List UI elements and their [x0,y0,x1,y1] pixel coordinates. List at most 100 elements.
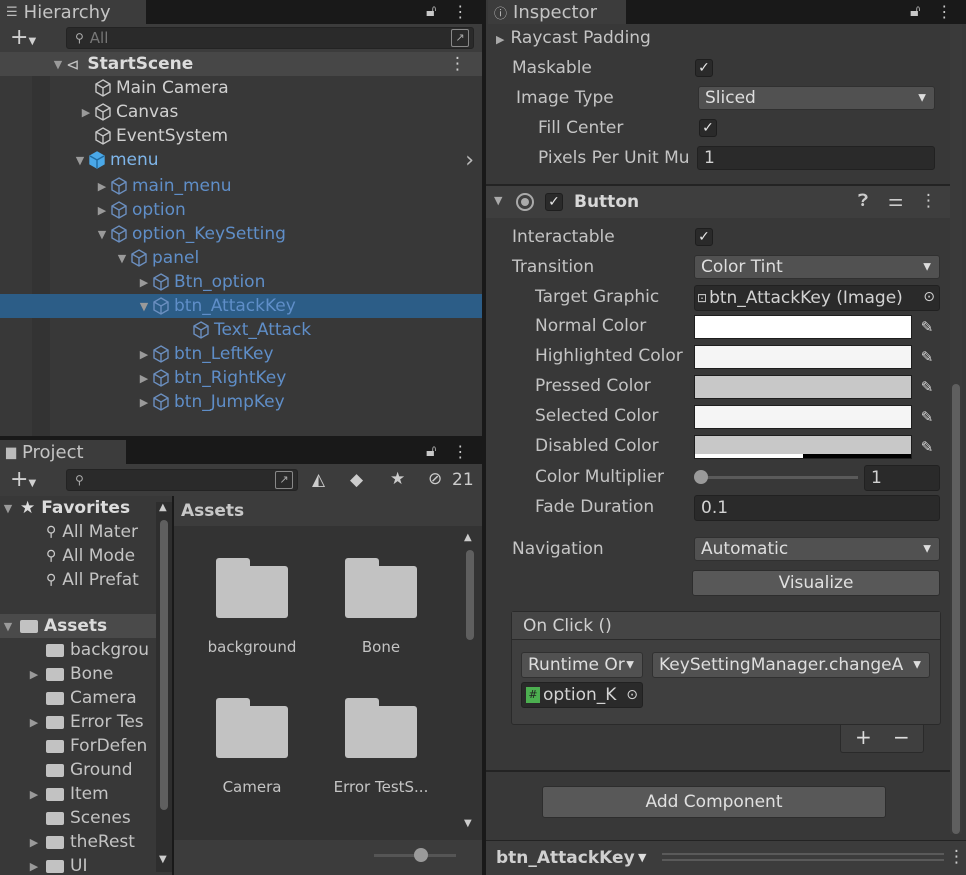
lock-icon[interactable]: 🔓︎ [426,441,436,461]
raycast-padding-label[interactable]: ▶ Raycast Padding [496,28,651,48]
more-icon[interactable]: ⋮ [452,442,468,461]
foldout-arrow-icon[interactable]: ▼ [94,228,110,241]
asset-grid-item[interactable]: Bone [316,552,446,672]
foldout-arrow-icon[interactable]: ▶ [26,860,42,873]
filter-type-icon[interactable]: ◭ [312,470,325,490]
foldout-arrow-icon[interactable]: ▼ [136,300,152,313]
foldout-arrow-icon[interactable]: ▶ [26,668,42,681]
hierarchy-item[interactable]: ▶ btn_RightKey [0,366,482,390]
asset-grid-item[interactable]: Error TestS... [316,692,446,812]
hierarchy-item[interactable]: ▶ option [0,198,482,222]
foldout-arrow-icon[interactable]: ▶ [26,836,42,849]
runtime-dropdown[interactable]: Runtime Or ▼ [521,652,643,678]
normal-color-swatch[interactable] [694,315,912,339]
disabled-color-swatch[interactable] [694,435,912,459]
asset-grid-item[interactable]: Camera [187,692,317,812]
tab-hierarchy[interactable]: ☰ Hierarchy [0,0,146,24]
foldout-arrow-icon[interactable]: ▶ [94,180,110,193]
fill-center-checkbox[interactable]: ✓ [699,119,717,137]
more-icon[interactable]: ⋮ [948,847,965,867]
scene-row[interactable]: ▼ ⊲ StartScene ⋮ [0,52,482,76]
search-expand-icon[interactable]: ↗ [451,29,469,47]
eyedropper-icon[interactable]: ✎ [914,345,940,369]
assets-header[interactable]: ▼ Assets [0,614,156,638]
foldout-arrow-icon[interactable]: ▼ [114,252,130,265]
footer-object-name[interactable]: btn_AttackKey [496,848,635,868]
tree-scrollbar[interactable]: ▲ ▼ [156,502,172,872]
asset-folder-item[interactable]: ▶ theRest [0,830,156,854]
favorite-item[interactable]: ⚲ All Prefat [0,568,156,592]
object-picker-icon[interactable]: ⊙ [626,687,638,703]
foldout-arrow-icon[interactable]: ▶ [136,396,152,409]
tag-icon[interactable]: ◆ [350,470,363,490]
foldout-arrow-icon[interactable]: ▼ [494,194,502,207]
hierarchy-item[interactable]: Text_Attack [0,318,482,342]
hidden-eye-icon[interactable]: ⊘ [428,469,442,489]
selected-color-swatch[interactable] [694,405,912,429]
color-multiplier-handle[interactable] [694,470,708,484]
image-type-dropdown[interactable]: Sliced ▼ [698,86,935,110]
hierarchy-item[interactable]: ▶ main_menu [0,174,482,198]
eyedropper-icon[interactable]: ✎ [914,435,940,459]
help-icon[interactable]: ❓︎ [858,191,868,211]
foldout-arrow-icon[interactable]: ▶ [136,372,152,385]
hierarchy-item[interactable]: ▶ btn_JumpKey [0,390,482,414]
color-multiplier-field[interactable]: 1 [864,465,940,491]
more-icon[interactable]: ⋮ [936,2,952,21]
transition-dropdown[interactable]: Color Tint ▼ [694,255,940,279]
chevron-down-icon[interactable]: ▼ [638,851,646,864]
eyedropper-icon[interactable]: ✎ [914,375,940,399]
breadcrumb-assets[interactable]: Assets [181,501,244,521]
function-dropdown[interactable]: KeySettingManager.changeA ▼ [652,652,930,678]
hierarchy-item[interactable]: ▼ btn_AttackKey [0,294,482,318]
hierarchy-item[interactable]: ▶ Btn_option [0,270,482,294]
star-icon[interactable]: ★ [390,469,405,489]
hierarchy-search-input[interactable]: ⚲ All ↗ [66,27,474,49]
button-enabled-checkbox[interactable]: ✓ [545,193,563,211]
hierarchy-item[interactable]: ▼ panel [0,246,482,270]
remove-listener-button[interactable]: − [893,725,910,749]
visualize-button[interactable]: Visualize [692,570,940,596]
search-expand-icon[interactable]: ↗ [275,471,293,489]
asset-folder-item[interactable]: Ground [0,758,156,782]
foldout-arrow-icon[interactable]: ▶ [78,106,94,119]
hierarchy-item[interactable]: Main Camera [0,76,482,100]
add-component-button[interactable]: Add Component [542,786,886,818]
maskable-checkbox[interactable]: ✓ [695,59,713,77]
component-menu-icon[interactable]: ⋮ [920,191,937,211]
asset-folder-item[interactable]: ▶ Error Tes [0,710,156,734]
pixels-per-unit-field[interactable]: 1 [697,146,935,170]
favorite-item[interactable]: ⚲ All Mater [0,520,156,544]
target-graphic-field[interactable]: ⊡ btn_AttackKey (Image) ⊙ [694,285,940,311]
tab-project[interactable]: ▆ Project [0,440,126,464]
eyedropper-icon[interactable]: ✎ [914,405,940,429]
hierarchy-item[interactable]: ▶ Canvas [0,100,482,124]
asset-folder-item[interactable]: backgrou [0,638,156,662]
foldout-arrow-icon[interactable]: ▶ [26,716,42,729]
favorite-item[interactable]: ⚲ All Mode [0,544,156,568]
foldout-arrow-icon[interactable]: ▶ [136,348,152,361]
foldout-arrow-icon[interactable]: ▼ [72,154,88,167]
hierarchy-item[interactable]: ▼ menu › [0,148,482,173]
asset-folder-item[interactable]: Scenes [0,806,156,830]
highlighted-color-swatch[interactable] [694,345,912,369]
eyedropper-icon[interactable]: ✎ [914,315,940,339]
object-picker-icon[interactable]: ⊙ [923,289,935,305]
preset-icon[interactable]: ⚌ [888,191,903,211]
fade-duration-field[interactable]: 0.1 [694,495,940,521]
zoom-slider-handle[interactable] [414,848,428,862]
add-icon[interactable]: +▼ [10,25,36,50]
foldout-arrow-icon[interactable]: ▶ [94,204,110,217]
chevron-right-icon[interactable]: › [465,148,474,173]
more-icon[interactable]: ⋮ [452,2,468,21]
add-listener-button[interactable]: + [855,725,872,749]
lock-icon[interactable]: 🔓︎ [426,1,436,21]
asset-folder-item[interactable]: ▶ UI [0,854,156,875]
pressed-color-swatch[interactable] [694,375,912,399]
hierarchy-item[interactable]: ▶ btn_LeftKey [0,342,482,366]
interactable-checkbox[interactable]: ✓ [695,228,713,246]
hierarchy-item[interactable]: EventSystem [0,124,482,148]
asset-folder-item[interactable]: ForDefen [0,734,156,758]
favorites-header[interactable]: ▼ ★ Favorites [0,496,130,520]
scene-menu-icon[interactable]: ⋮ [449,54,466,74]
